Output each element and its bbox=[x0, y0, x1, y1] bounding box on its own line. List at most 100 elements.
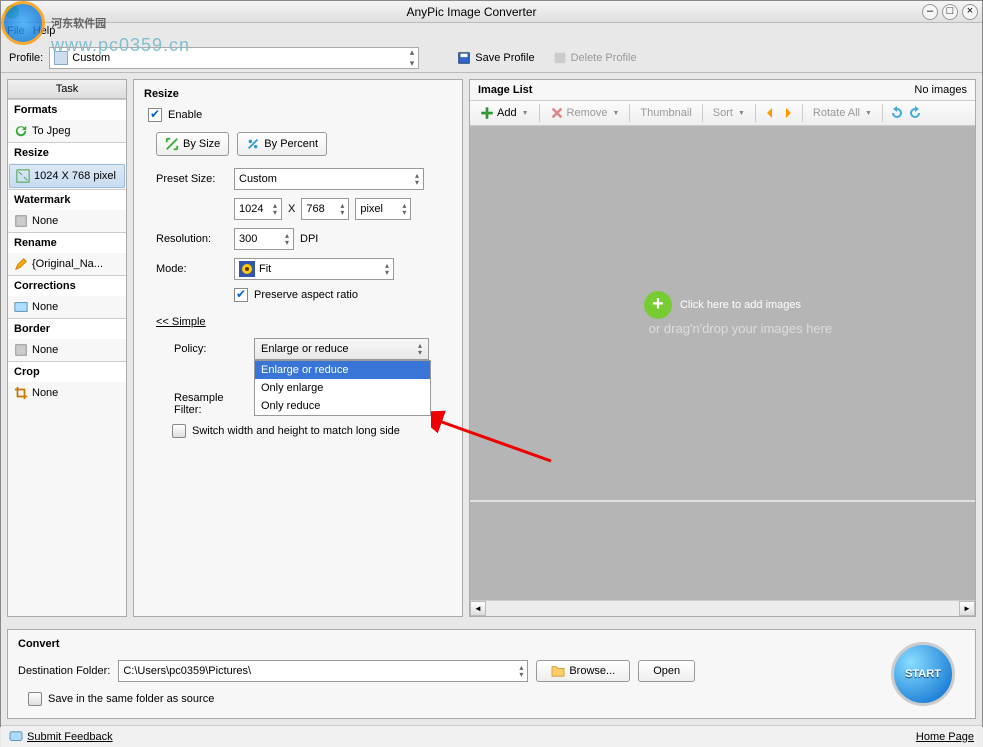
save-profile-button[interactable]: Save Profile bbox=[451, 49, 540, 67]
destination-folder-input[interactable]: C:\Users\pc0359\Pictures\ ▴▾ bbox=[118, 660, 528, 682]
preset-size-label: Preset Size: bbox=[144, 173, 234, 185]
task-item-border[interactable]: None bbox=[8, 339, 126, 361]
task-title-watermark: Watermark bbox=[8, 189, 126, 210]
save-icon bbox=[457, 51, 471, 65]
resize-icon bbox=[16, 169, 30, 183]
horizontal-scrollbar[interactable]: ◄ ► bbox=[470, 600, 975, 616]
resample-label: Resample Filter: bbox=[144, 392, 254, 416]
by-size-button[interactable]: By Size bbox=[156, 132, 229, 156]
chevron-down-icon[interactable]: ▼ bbox=[522, 110, 529, 117]
home-page-link[interactable]: Home Page bbox=[916, 731, 974, 743]
delete-profile-label: Delete Profile bbox=[571, 52, 637, 64]
rotate-left-icon[interactable] bbox=[889, 105, 905, 121]
image-list-panel: Image List No images Add ▼ Remove ▼ Thum… bbox=[469, 79, 976, 617]
plus-icon bbox=[480, 106, 494, 120]
task-label-formats: To Jpeg bbox=[32, 125, 71, 137]
menu-file[interactable]: File bbox=[7, 25, 25, 41]
image-drop-area[interactable]: + Click here to add images or drag'n'dro… bbox=[470, 126, 975, 500]
minimize-button[interactable]: – bbox=[922, 4, 938, 20]
destination-folder-label: Destination Folder: bbox=[18, 665, 110, 677]
profile-dropdown[interactable]: Custom ▴▾ bbox=[49, 47, 419, 69]
delete-profile-button[interactable]: Delete Profile bbox=[547, 49, 643, 67]
chevron-updown-icon: ▴▾ bbox=[410, 47, 415, 69]
window-title: AnyPic Image Converter bbox=[25, 5, 918, 19]
simple-toggle-link[interactable]: << Simple bbox=[144, 316, 206, 328]
separator bbox=[802, 104, 803, 122]
unit-select[interactable]: pixel ▴▾ bbox=[355, 198, 411, 220]
x-icon bbox=[550, 106, 564, 120]
watermark-icon bbox=[14, 214, 28, 228]
task-group-resize: Resize 1024 X 768 pixel bbox=[8, 142, 126, 188]
task-label-watermark: None bbox=[32, 215, 58, 227]
width-value: 1024 bbox=[239, 203, 263, 215]
close-button[interactable]: × bbox=[962, 4, 978, 20]
resize-header: Resize bbox=[144, 88, 452, 100]
by-percent-button[interactable]: By Percent bbox=[237, 132, 327, 156]
width-spinner[interactable]: 1024 ▴▾ bbox=[234, 198, 282, 220]
spinner-icon: ▴▾ bbox=[273, 202, 277, 216]
task-item-resize[interactable]: 1024 X 768 pixel bbox=[9, 164, 125, 188]
rotate-all-label: Rotate All bbox=[813, 107, 860, 119]
preserve-aspect-checkbox[interactable] bbox=[234, 288, 248, 302]
thumbnail-button[interactable]: Thumbnail bbox=[636, 105, 695, 121]
save-profile-label: Save Profile bbox=[475, 52, 534, 64]
remove-button[interactable]: Remove ▼ bbox=[546, 104, 624, 122]
height-value: 768 bbox=[306, 203, 324, 215]
mode-select[interactable]: Fit ▴▾ bbox=[234, 258, 394, 280]
same-folder-checkbox[interactable] bbox=[28, 692, 42, 706]
menu-bar: File Help bbox=[1, 23, 982, 43]
start-button[interactable]: START bbox=[891, 642, 955, 706]
chevron-down-icon[interactable]: ▼ bbox=[738, 110, 745, 117]
resolution-spinner[interactable]: 300 ▴▾ bbox=[234, 228, 294, 250]
policy-value: Enlarge or reduce bbox=[261, 343, 348, 355]
preset-size-select[interactable]: Custom ▴▾ bbox=[234, 168, 424, 190]
preview-area bbox=[470, 500, 975, 600]
policy-option-only-reduce[interactable]: Only reduce bbox=[255, 397, 430, 415]
task-item-crop[interactable]: None bbox=[8, 382, 126, 404]
task-group-formats: Formats To Jpeg bbox=[8, 99, 126, 142]
maximize-button[interactable]: □ bbox=[942, 4, 958, 20]
chevron-down-icon[interactable]: ▼ bbox=[612, 110, 619, 117]
menu-help[interactable]: Help bbox=[33, 25, 56, 41]
arrow-left-icon[interactable] bbox=[762, 105, 778, 121]
scroll-track[interactable] bbox=[486, 601, 959, 616]
browse-button[interactable]: Browse... bbox=[536, 660, 630, 682]
mode-label: Mode: bbox=[144, 263, 234, 275]
height-spinner[interactable]: 768 ▴▾ bbox=[301, 198, 349, 220]
rotate-all-button[interactable]: Rotate All ▼ bbox=[809, 105, 876, 121]
separator bbox=[629, 104, 630, 122]
resolution-label: Resolution: bbox=[144, 233, 234, 245]
spinner-icon: ▴▾ bbox=[402, 202, 406, 216]
task-item-rename[interactable]: {Original_Na... bbox=[8, 253, 126, 275]
sidebar-header: Task bbox=[8, 80, 126, 99]
enable-checkbox[interactable] bbox=[148, 108, 162, 122]
task-group-corrections: Corrections None bbox=[8, 275, 126, 318]
policy-select[interactable]: Enlarge or reduce ▴▾ Enlarge or reduce O… bbox=[254, 338, 429, 360]
task-item-corrections[interactable]: None bbox=[8, 296, 126, 318]
rotate-right-icon[interactable] bbox=[907, 105, 923, 121]
sort-button[interactable]: Sort ▼ bbox=[709, 105, 749, 121]
task-title-border: Border bbox=[8, 318, 126, 339]
add-button[interactable]: Add ▼ bbox=[476, 104, 533, 122]
thumbnail-label: Thumbnail bbox=[640, 107, 691, 119]
percent-icon bbox=[246, 137, 260, 151]
switch-wh-checkbox[interactable] bbox=[172, 424, 186, 438]
task-item-watermark[interactable]: None bbox=[8, 210, 126, 232]
submit-feedback-link[interactable]: Submit Feedback bbox=[9, 731, 113, 743]
spinner-icon: ▴▾ bbox=[385, 262, 389, 276]
task-title-rename: Rename bbox=[8, 232, 126, 253]
spinner-icon: ▴▾ bbox=[415, 172, 419, 186]
policy-option-only-enlarge[interactable]: Only enlarge bbox=[255, 379, 430, 397]
scroll-left-button[interactable]: ◄ bbox=[470, 601, 486, 616]
chevron-down-icon[interactable]: ▼ bbox=[865, 110, 872, 117]
policy-option-enlarge-reduce[interactable]: Enlarge or reduce bbox=[255, 361, 430, 379]
chevron-updown-icon: ▴▾ bbox=[418, 342, 422, 356]
scroll-right-button[interactable]: ► bbox=[959, 601, 975, 616]
task-item-formats[interactable]: To Jpeg bbox=[8, 120, 126, 142]
title-bar: AnyPic Image Converter – □ × bbox=[1, 1, 982, 23]
open-button[interactable]: Open bbox=[638, 660, 695, 682]
x-label: X bbox=[288, 203, 295, 215]
spinner-icon: ▴▾ bbox=[285, 232, 289, 246]
task-group-crop: Crop None bbox=[8, 361, 126, 404]
arrow-right-icon[interactable] bbox=[780, 105, 796, 121]
